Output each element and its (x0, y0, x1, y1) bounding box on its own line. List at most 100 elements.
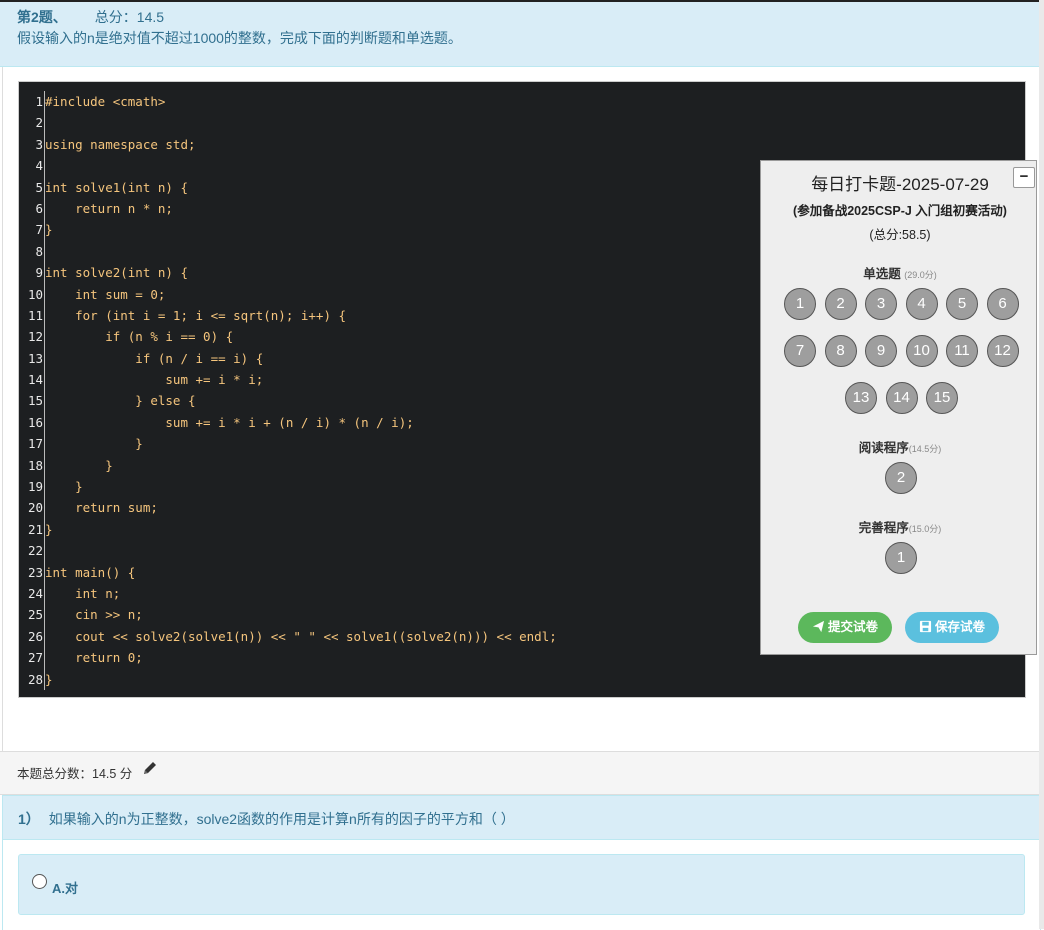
code-line: 17 } (19, 433, 557, 455)
subquestion-header: 1） 如果输入的n为正整数，solve2函数的作用是计算n所有的因子的平方和（ ） (3, 796, 1040, 840)
code-line: 16 sum += i * i + (n / i) * (n / i); (19, 411, 557, 434)
code-line: 18 } (19, 454, 557, 477)
question-nav-6[interactable]: 6 (986, 288, 1019, 320)
question-nav-12[interactable]: 12 (986, 335, 1019, 367)
score-bar: 本题总分数：14.5 分 (0, 751, 1039, 795)
single-choice-label: 单选题 (863, 267, 901, 281)
line-number: 11 (19, 304, 45, 327)
completion-points: (15.0分) (908, 524, 942, 534)
line-number: 19 (19, 476, 45, 498)
line-number: 14 (19, 369, 45, 391)
question-nav-5[interactable]: 5 (946, 288, 978, 320)
code-line: 15 } else { (19, 390, 557, 412)
save-button[interactable]: 保存试卷 (905, 612, 999, 643)
code-text: int n; (45, 585, 121, 601)
option-a-radio[interactable] (32, 874, 47, 889)
line-number: 18 (19, 454, 45, 477)
code-line: 23 int main() { (19, 561, 557, 583)
subquestion-panel: 1） 如果输入的n为正整数，solve2函数的作用是计算n所有的因子的平方和（ ）… (2, 795, 1041, 930)
code-line: 19 } (19, 476, 557, 498)
single-choice-points: (29.0分) (904, 270, 937, 280)
send-icon (812, 620, 825, 633)
question-nav-2[interactable]: 2 (824, 288, 857, 320)
save-icon (919, 620, 932, 633)
code-text: sum += i * i + (n / i) * (n / i); (45, 414, 414, 430)
submit-button[interactable]: 提交试卷 (798, 612, 892, 643)
code-text: cin >> n; (45, 607, 143, 623)
scrollbar[interactable] (1039, 0, 1044, 929)
line-number: 22 (19, 540, 45, 562)
code-line: 1 #include <cmath> (19, 91, 557, 113)
line-number: 24 (19, 582, 45, 605)
single-choice-section-title: 单选题 (29.0分) (761, 263, 1039, 282)
code-text: } (45, 436, 143, 452)
code-text: using namespace std; (45, 136, 196, 152)
line-number: 6 (19, 197, 45, 220)
total-score-text: 本题总分数：14.5 分 (17, 767, 133, 781)
line-number: 4 (19, 155, 45, 177)
question-nav-15[interactable]: 15 (926, 382, 958, 414)
code-text: sum += i * i; (45, 372, 264, 388)
code-text: } (45, 457, 113, 473)
code-text: } else { (45, 393, 196, 409)
code-line: 26 cout << solve2(solve1(n)) << " " << s… (19, 625, 557, 648)
code-text: } (45, 671, 53, 687)
question-nav-1[interactable]: 1 (784, 288, 816, 320)
question-nav-10[interactable]: 10 (905, 335, 938, 367)
code-line: 14 sum += i * i; (19, 369, 557, 391)
line-number: 2 (19, 112, 45, 134)
code-text: return n * n; (45, 200, 173, 216)
submit-label: 提交试卷 (827, 620, 878, 634)
line-number: 26 (19, 625, 45, 648)
code-text: } (45, 479, 83, 495)
completion-nav-1[interactable]: 1 (885, 542, 917, 574)
save-label: 保存试卷 (934, 620, 985, 634)
line-number: 13 (19, 347, 45, 370)
completion-section-title: 完善程序(15.0分) (761, 517, 1039, 536)
reading-label: 阅读程序 (858, 441, 909, 455)
code-text: return 0; (45, 650, 143, 666)
code-line: 5 int solve1(int n) { (19, 176, 557, 198)
code-text: if (n / i == i) { (45, 350, 264, 366)
subquestion-title: 1） 如果输入的n为正整数，solve2函数的作用是计算n所有的因子的平方和（ ） (18, 809, 515, 829)
code-line: 22 (19, 540, 557, 562)
option-a[interactable]: A.对 (18, 854, 1025, 915)
panel-title: 每日打卡题-2025-07-29 (811, 175, 989, 194)
code-text: } (45, 521, 53, 537)
pencil-icon[interactable] (142, 760, 158, 779)
question-nav-14[interactable]: 14 (885, 382, 918, 414)
code-line: 3 using namespace std; (19, 133, 557, 156)
question-nav-13[interactable]: 13 (845, 382, 877, 414)
code-line: 28} (19, 668, 557, 690)
line-number: 1 (19, 91, 45, 113)
code-line: 13 if (n / i == i) { (19, 347, 557, 370)
panel-subtitle: (参加备战2025CSP-J 入门组初赛活动) (793, 204, 1007, 218)
question-header: 第2题、 总分：14.5 假设输入的n是绝对值不超过1000的整数，完成下面的判断… (0, 2, 1040, 67)
line-number: 25 (19, 604, 45, 626)
question-nav-11[interactable]: 11 (946, 335, 978, 367)
completion-label: 完善程序 (858, 521, 909, 535)
code-text: int sum = 0; (45, 286, 166, 302)
question-nav-8[interactable]: 8 (824, 335, 857, 367)
code-line: 21} (19, 518, 557, 541)
line-number: 20 (19, 497, 45, 519)
line-number: 27 (19, 647, 45, 669)
daily-checkin-panel: − 每日打卡题-2025-07-29 (参加备战2025CSP-J 入门组初赛活… (760, 160, 1037, 655)
question-nav-4[interactable]: 4 (905, 288, 938, 320)
subquestion-number: 1） (18, 811, 40, 827)
code-line: 7} (19, 219, 557, 241)
code-line: 11 for (int i = 1; i <= sqrt(n); i++) { (19, 304, 557, 327)
code-line: 8 (19, 240, 557, 263)
line-number: 5 (19, 176, 45, 198)
question-title-line: 第2题、 总分：14.5 (17, 7, 164, 27)
code-line: 27 return 0; (19, 647, 557, 669)
code-line: 12 if (n % i == 0) { (19, 326, 557, 348)
line-number: 15 (19, 390, 45, 412)
question-nav-7[interactable]: 7 (784, 335, 816, 367)
code-line: 9 int solve2(int n) { (19, 262, 557, 284)
question-nav-3[interactable]: 3 (865, 288, 897, 320)
option-a-label[interactable]: A.对 (52, 878, 78, 897)
reading-nav-2[interactable]: 2 (885, 462, 917, 494)
question-nav-9[interactable]: 9 (865, 335, 897, 367)
code-text: for (int i = 1; i <= sqrt(n); i++) { (45, 307, 347, 323)
